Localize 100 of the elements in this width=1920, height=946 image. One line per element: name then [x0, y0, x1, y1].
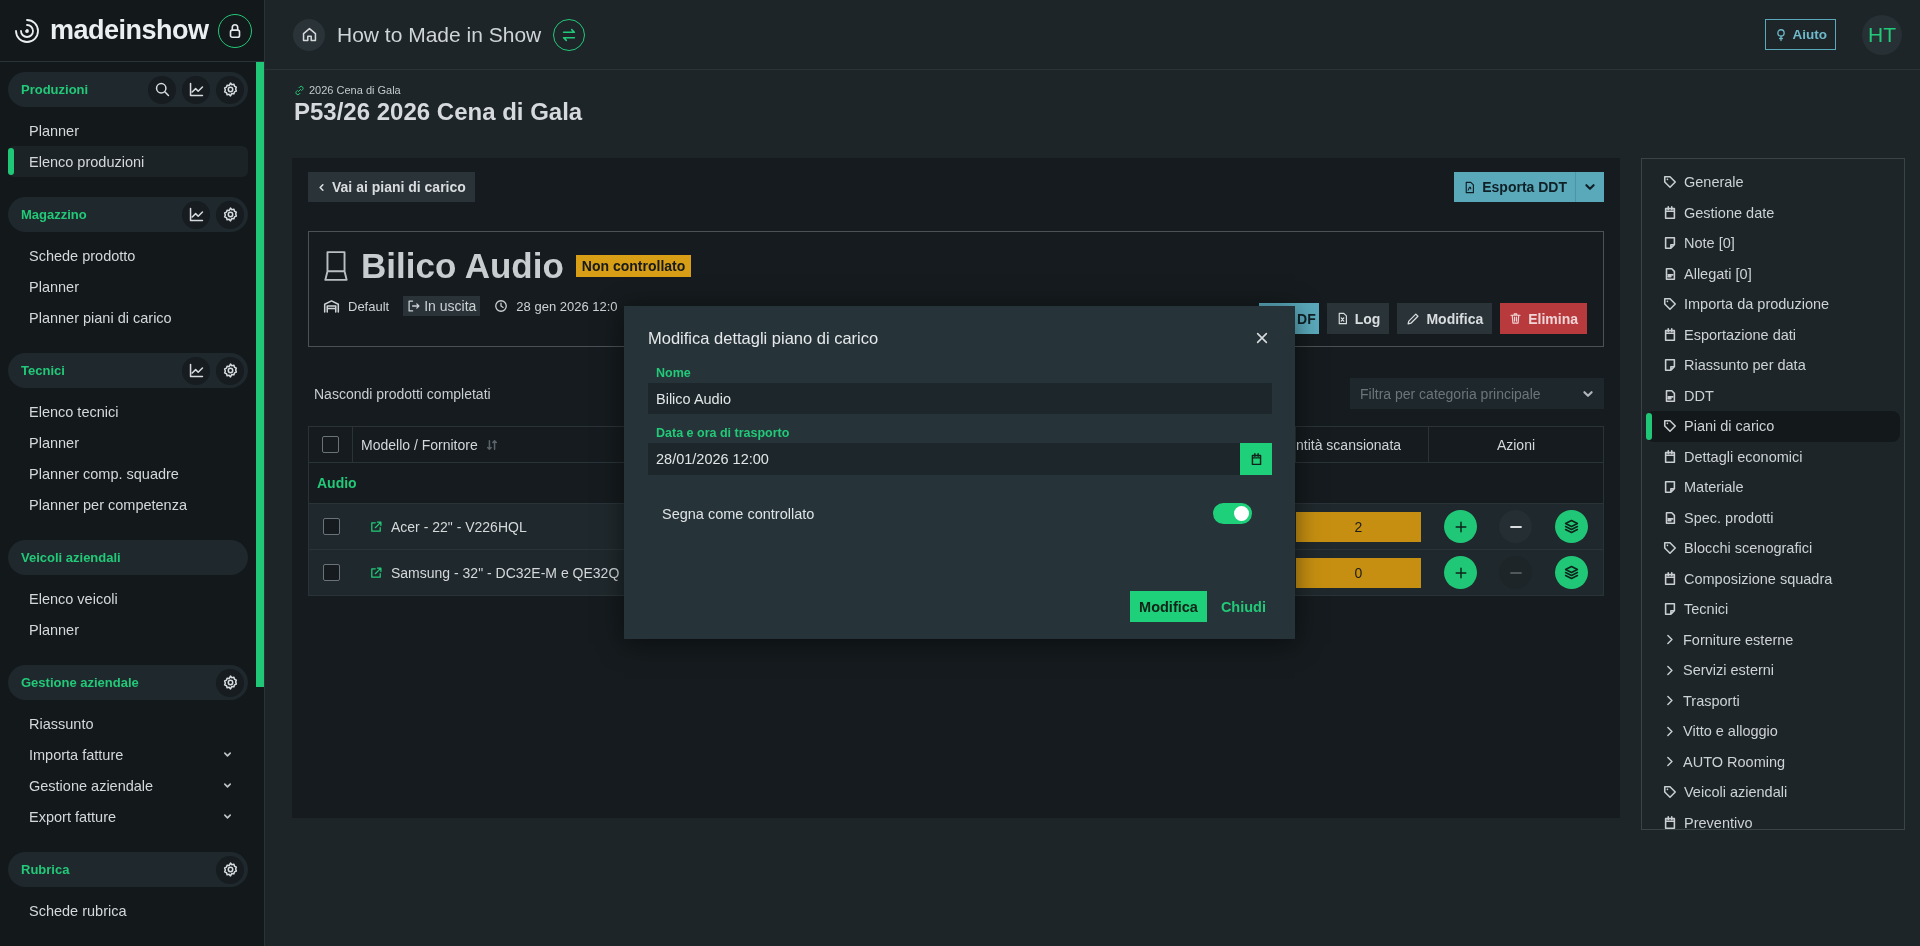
- nav-item[interactable]: Schede rubrica: [8, 895, 248, 926]
- link-icon: [294, 84, 305, 96]
- calendar-button[interactable]: [1240, 443, 1272, 475]
- direction-tag: In uscita: [403, 296, 481, 316]
- settings-button[interactable]: [216, 668, 244, 697]
- calendar-icon: [1663, 815, 1677, 830]
- home-icon: [300, 26, 318, 43]
- nav-item[interactable]: Importa fatture: [8, 739, 248, 770]
- nav-item[interactable]: Gestione aziendale: [8, 770, 248, 801]
- tag-icon: [1663, 541, 1677, 556]
- nav-item[interactable]: Planner: [8, 427, 248, 458]
- remove-button[interactable]: [1499, 510, 1533, 543]
- section-header[interactable]: Rubrica: [8, 852, 248, 887]
- menu-item[interactable]: Esportazione dati: [1646, 319, 1900, 350]
- date-field[interactable]: 28/01/2026 12:00: [648, 443, 1272, 475]
- menu-item[interactable]: Materiale: [1646, 472, 1900, 503]
- add-button[interactable]: [1444, 556, 1478, 589]
- nav-item[interactable]: Riassunto: [8, 708, 248, 739]
- settings-button[interactable]: [216, 356, 244, 385]
- dropdown-button[interactable]: [1576, 172, 1604, 202]
- toggle-switch[interactable]: [1213, 503, 1252, 524]
- menu-item[interactable]: Composizione squadra: [1646, 563, 1900, 594]
- menu-item[interactable]: Forniture esterne: [1646, 624, 1900, 655]
- scrollbar-thumb[interactable]: [256, 62, 264, 687]
- section-header[interactable]: Tecnici: [8, 353, 248, 388]
- stats-button[interactable]: [182, 200, 210, 229]
- layers-button[interactable]: [1554, 510, 1588, 543]
- section-header[interactable]: Gestione aziendale: [8, 665, 248, 700]
- settings-button[interactable]: [216, 855, 244, 884]
- name-field[interactable]: Bilico Audio: [648, 383, 1272, 414]
- menu-item[interactable]: Piani di carico: [1646, 411, 1900, 442]
- nav-item[interactable]: Planner: [8, 115, 248, 146]
- sort-icon[interactable]: [485, 438, 498, 451]
- add-button[interactable]: [1444, 510, 1478, 543]
- stats-button[interactable]: [182, 75, 210, 104]
- row-checkbox[interactable]: [322, 518, 340, 535]
- section-header[interactable]: Produzioni: [8, 72, 248, 107]
- settings-button[interactable]: [216, 75, 244, 104]
- project-title: How to Made in Show: [337, 22, 542, 47]
- nav-item[interactable]: Elenco veicoli: [8, 583, 248, 614]
- submit-button[interactable]: Modifica: [1130, 591, 1207, 622]
- nav-item[interactable]: Elenco produzioni: [8, 146, 248, 177]
- nav-item[interactable]: Export fatture: [8, 801, 248, 832]
- external-link-icon[interactable]: [369, 519, 383, 534]
- document-icon: [1663, 266, 1677, 281]
- nav-item[interactable]: Planner per competenza: [8, 489, 248, 520]
- nav-item[interactable]: Planner: [8, 271, 248, 302]
- menu-item[interactable]: Generale: [1646, 167, 1900, 198]
- delete-button[interactable]: Elimina: [1500, 303, 1587, 334]
- menu-item[interactable]: Trasporti: [1646, 685, 1900, 716]
- note-icon: [1663, 236, 1677, 251]
- row-checkbox[interactable]: [322, 564, 340, 581]
- section-header[interactable]: Magazzino: [8, 197, 248, 232]
- column-header[interactable]: Modello / Fornitore: [361, 436, 478, 453]
- menu-item[interactable]: Blocchi scenografici: [1646, 533, 1900, 564]
- export-button[interactable]: Esporta DDT: [1454, 172, 1576, 202]
- menu-item[interactable]: Allegati [0]: [1646, 258, 1900, 289]
- menu-item[interactable]: Veicoli aziendali: [1646, 777, 1900, 808]
- column-header: Azioni: [1496, 436, 1536, 453]
- menu-item[interactable]: Gestione date: [1646, 197, 1900, 228]
- menu-item[interactable]: Spec. prodotti: [1646, 502, 1900, 533]
- menu-item[interactable]: DDT: [1646, 380, 1900, 411]
- logo-text: madeinshow: [50, 15, 210, 46]
- menu-item[interactable]: Importa da produzione: [1646, 289, 1900, 320]
- date-text: 28 gen 2026 12:0: [516, 298, 618, 314]
- menu-item[interactable]: Tecnici: [1646, 594, 1900, 625]
- user-avatar[interactable]: HT: [1862, 14, 1902, 55]
- minus-icon: [1510, 524, 1522, 529]
- edit-button[interactable]: Modifica: [1397, 303, 1493, 334]
- settings-button[interactable]: [216, 200, 244, 229]
- nav-item[interactable]: Planner piani di carico: [8, 302, 248, 333]
- calendar-icon: [1663, 205, 1677, 220]
- menu-item[interactable]: Riassunto per data: [1646, 350, 1900, 381]
- search-button[interactable]: [148, 75, 176, 104]
- log-button[interactable]: Log: [1326, 303, 1390, 334]
- menu-item[interactable]: AUTO Rooming: [1646, 746, 1900, 777]
- menu-item[interactable]: Note [0]: [1646, 228, 1900, 259]
- product-link[interactable]: Acer - 22" - V226HQL: [391, 518, 527, 535]
- warehouse-icon: [323, 299, 340, 313]
- select-all-checkbox[interactable]: [322, 436, 339, 453]
- breadcrumb-link[interactable]: 2026 Cena di Gala: [309, 84, 401, 96]
- menu-item[interactable]: Dettagli economici: [1646, 441, 1900, 472]
- back-button[interactable]: Vai ai piani di carico: [308, 172, 475, 202]
- menu-item[interactable]: Preventivo: [1646, 807, 1900, 838]
- layers-button[interactable]: [1554, 556, 1588, 589]
- document-icon: [1663, 510, 1677, 525]
- external-link-icon[interactable]: [369, 565, 383, 580]
- hide-completed-toggle[interactable]: Nascondi prodotti completati: [308, 385, 491, 402]
- close-text-button[interactable]: Chiudi: [1214, 591, 1272, 622]
- nav-item[interactable]: Planner comp. squadre: [8, 458, 248, 489]
- stats-button[interactable]: [182, 356, 210, 385]
- section-header[interactable]: Veicoli aziendali: [8, 540, 248, 575]
- home-button[interactable]: [293, 18, 325, 51]
- menu-item[interactable]: Servizi esterni: [1646, 655, 1900, 686]
- nav-item[interactable]: Schede prodotto: [8, 240, 248, 271]
- nav-item[interactable]: Planner: [8, 614, 248, 645]
- menu-item[interactable]: Vitto e alloggio: [1646, 716, 1900, 747]
- help-button[interactable]: Aiuto: [1764, 19, 1836, 50]
- nav-item[interactable]: Elenco tecnici: [8, 396, 248, 427]
- product-link[interactable]: Samsung - 32" - DC32E-M e QE32Q: [391, 564, 620, 581]
